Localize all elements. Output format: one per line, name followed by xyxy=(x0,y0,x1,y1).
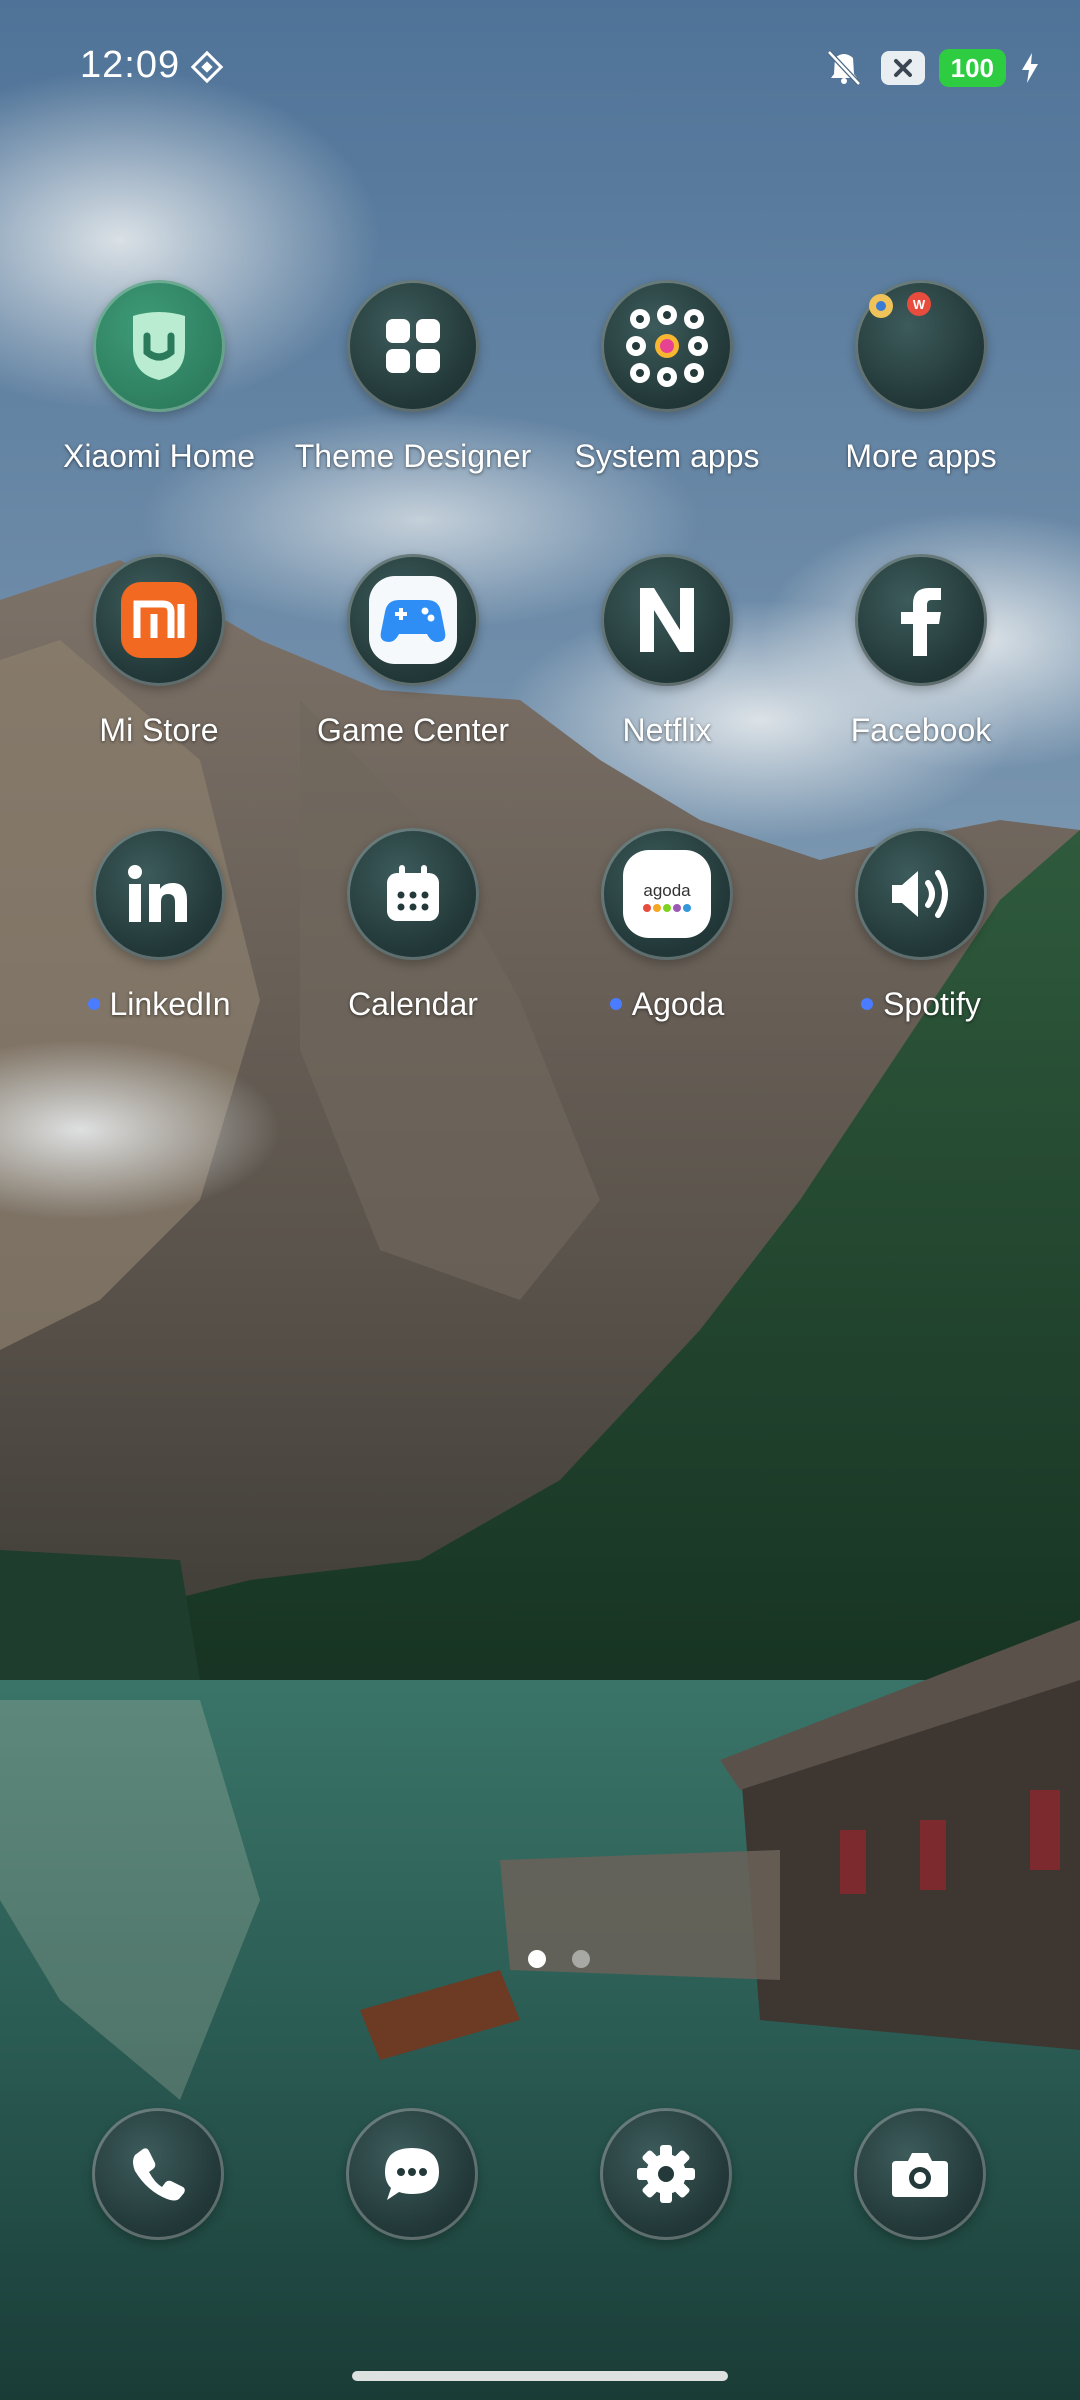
camera-icon[interactable] xyxy=(854,2108,986,2240)
app-label: Agoda xyxy=(631,986,725,1022)
xiaomi-home-icon xyxy=(93,280,225,412)
app-label: Theme Designer xyxy=(294,438,532,474)
battery-icon: 100 xyxy=(938,49,1006,87)
app-linkedin[interactable]: LinkedIn xyxy=(32,828,286,1023)
svg-text:W: W xyxy=(913,297,926,312)
linkedin-icon xyxy=(93,828,225,960)
page-dot-active[interactable] xyxy=(528,1950,546,1968)
new-indicator-dot xyxy=(87,997,100,1010)
app-label: Xiaomi Home xyxy=(62,438,256,474)
app-label: Spotify xyxy=(883,986,981,1022)
calendar-icon xyxy=(347,828,479,960)
dock xyxy=(0,2108,1080,2240)
app-mi-store[interactable]: Mi Store xyxy=(32,554,286,749)
status-time: 12:09 xyxy=(80,44,181,86)
home-indicator-bar[interactable] xyxy=(352,2371,728,2381)
status-icons: 100 xyxy=(821,48,1040,88)
charging-icon xyxy=(1022,53,1038,83)
facebook-icon xyxy=(855,554,987,686)
app-spotify[interactable]: Spotify xyxy=(794,828,1048,1023)
app-label-agoda: Agoda xyxy=(540,986,794,1023)
x-icon xyxy=(880,51,925,85)
system-apps-folder-icon xyxy=(601,280,733,412)
mute-icon xyxy=(826,50,861,86)
app-label: Calendar xyxy=(348,986,478,1022)
new-indicator-dot xyxy=(861,997,874,1010)
app-label: LinkedIn xyxy=(109,986,231,1022)
page-indicator xyxy=(528,1950,590,1968)
app-more-apps-folder[interactable]: W More apps xyxy=(794,280,1048,475)
svg-text:agoda: agoda xyxy=(643,881,691,900)
diamond-icon xyxy=(190,50,224,84)
app-label: Game Center xyxy=(316,712,510,748)
app-theme-designer[interactable]: Theme Designer xyxy=(286,280,540,475)
page-dot[interactable] xyxy=(572,1950,590,1968)
app-label: Facebook xyxy=(850,712,992,748)
new-indicator-dot xyxy=(609,997,622,1010)
app-facebook[interactable]: Facebook xyxy=(794,554,1048,749)
app-label: System apps xyxy=(574,438,760,474)
app-label-spotify: Spotify xyxy=(794,986,1048,1023)
app-netflix[interactable]: Netflix xyxy=(540,554,794,749)
app-calendar[interactable]: Calendar xyxy=(286,828,540,1023)
agoda-icon: agoda xyxy=(601,828,733,960)
app-label: More apps xyxy=(845,438,997,474)
app-game-center[interactable]: Game Center xyxy=(286,554,540,749)
app-label: Netflix xyxy=(622,712,712,748)
app-agoda[interactable]: agoda Agoda xyxy=(540,828,794,1023)
netflix-icon xyxy=(601,554,733,686)
app-label: Mi Store xyxy=(99,712,219,748)
mi-store-icon xyxy=(93,554,225,686)
status-bar: 12:09 100 xyxy=(0,0,1080,140)
messages-icon[interactable] xyxy=(346,2108,478,2240)
spotify-icon xyxy=(855,828,987,960)
game-center-icon xyxy=(347,554,479,686)
phone-icon[interactable] xyxy=(92,2108,224,2240)
settings-icon[interactable] xyxy=(600,2108,732,2240)
more-apps-folder-icon: W xyxy=(855,280,987,412)
app-label-linkedin: LinkedIn xyxy=(32,986,286,1023)
theme-designer-icon xyxy=(347,280,479,412)
app-xiaomi-home[interactable]: Xiaomi Home xyxy=(32,280,286,475)
app-system-apps-folder[interactable]: System apps xyxy=(540,280,794,475)
